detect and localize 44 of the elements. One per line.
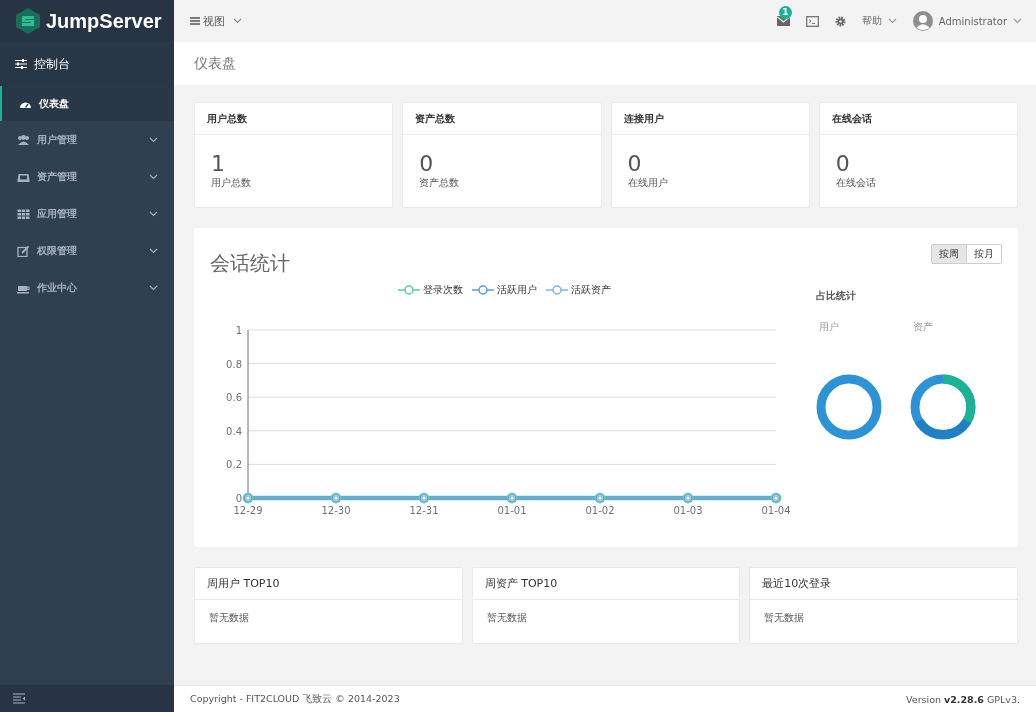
ratio-title: 占比统计 (816, 289, 857, 303)
card-title: 资产总数 (415, 111, 456, 126)
section-title: 控制台 (34, 55, 70, 73)
brand-name: JumpServer (46, 9, 162, 33)
axis-label: 0.8 (226, 358, 242, 370)
axis-label: 0.6 (226, 392, 242, 404)
legend-label: 活跃用户 (496, 283, 537, 297)
card-title: 周用户 TOP10 (207, 576, 280, 591)
empty-message: 暂无数据 (764, 612, 805, 623)
chart-label: 用户 (818, 320, 840, 334)
legend-label: 登录次数 (422, 283, 463, 297)
copyright-text: Copyright - FIT2CLOUD 飞致云 © 2014-2023 (190, 692, 400, 706)
stat-value: 0 (835, 152, 851, 176)
empty-message: 暂无数据 (486, 612, 527, 623)
chart-label: 资产 (912, 320, 934, 334)
stat-caption: 资产总数 (419, 176, 461, 190)
axis-label: 12-31 (409, 505, 439, 516)
axis-label: 1 (235, 325, 242, 336)
stat-value: 0 (419, 152, 435, 176)
empty-message: 暂无数据 (209, 612, 249, 623)
axis-label: 0 (235, 493, 242, 504)
section-title: 会话统计 (210, 250, 290, 277)
legend-label: 活跃资产 (570, 283, 611, 297)
axis-label: 0.2 (226, 459, 242, 471)
card-title: 用户总数 (207, 111, 247, 126)
notification-badge: 1 (778, 6, 792, 19)
axis-label: 01-03 (673, 505, 703, 516)
stat-caption: 在线会话 (835, 176, 877, 190)
card-title: 连接用户 (623, 111, 664, 126)
axis-label: 12-30 (321, 505, 351, 516)
stat-caption: 在线用户 (627, 176, 669, 190)
page-title: 仪表盘 (194, 54, 236, 73)
card-title: 周资产 TOP10 (484, 576, 558, 591)
stat-value: 1 (211, 152, 226, 176)
axis-label: 01-01 (497, 505, 527, 516)
axis-label: 0.4 (226, 425, 242, 437)
stat-caption: 用户总数 (211, 176, 252, 190)
version-text: Version v2.28.6 GPLv3. (906, 693, 1020, 705)
axis-label: 12-29 (233, 505, 263, 516)
axis-label: 01-04 (761, 505, 791, 516)
card-title: 最近10次登录 (762, 576, 832, 591)
axis-label: 01-02 (585, 505, 615, 516)
card-title: 在线会话 (831, 111, 872, 126)
stat-value: 0 (627, 152, 643, 176)
